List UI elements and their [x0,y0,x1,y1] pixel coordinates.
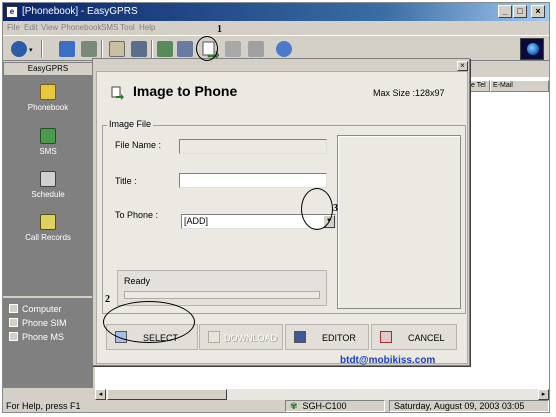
status-help-text: For Help, press F1 [6,401,81,411]
scroll-right-icon[interactable]: ▸ [538,389,549,400]
phone-dropdown-icon[interactable] [11,41,27,57]
file-name-field[interactable] [179,139,327,154]
image-to-phone-icon [111,86,124,100]
sidebar-item-sms[interactable]: SMS [3,128,93,156]
progress-status: Ready [124,276,151,286]
to-phone-label: To Phone : [115,210,159,220]
tree-item-phone-ms[interactable]: Phone MS [9,332,64,342]
email-icon[interactable] [109,41,125,57]
file-name-label: File Name : [115,140,162,150]
scroll-thumb[interactable] [107,389,227,400]
title-field[interactable] [179,173,327,188]
schedule-icon [40,171,56,187]
internet-icon[interactable] [276,41,292,57]
phone-memory-icon [9,332,18,341]
minimize-button[interactable]: _ [498,5,512,18]
computer-icon [9,304,18,313]
globe-icon [520,38,544,60]
annotation-circle-1 [196,36,218,61]
signal-icon: ✾ [290,401,298,411]
horizontal-scrollbar[interactable]: ◂ ▸ [95,389,549,400]
sidebar-item-label: SMS [39,147,57,156]
tree-item-label: Phone MS [22,332,65,342]
sidebar-item-phonebook[interactable]: Phonebook [3,84,93,112]
tree-item-computer[interactable]: Computer [9,304,62,314]
menu-sms[interactable]: SMS [101,23,118,32]
annotation-number-1: 1 [217,24,222,35]
app-icon: e [6,6,18,18]
image-file-group-label: Image File [107,119,154,129]
sound-icon[interactable] [248,41,264,57]
toolbar-separator [151,40,153,58]
menu-file[interactable]: File [7,23,20,32]
toolbar-separator [41,40,43,58]
download-button-label: DOWNLOAD [224,333,278,343]
menu-tool[interactable]: Tool [120,23,135,32]
toolbar-separator [101,40,103,58]
editor-button[interactable]: EDITOR [285,324,369,350]
sms-icon [40,128,56,144]
annotation-circle-3 [301,188,333,230]
sim-card-icon [9,318,18,327]
cancel-icon [380,331,392,343]
editor-icon [294,331,306,343]
menu-phonebook[interactable]: Phonebook [61,23,101,32]
phone-tree: Computer Phone SIM Phone MS [3,296,93,388]
phonebook-icon [40,84,56,100]
sidebar: Phonebook SMS Schedule Call Records [3,76,93,296]
watermark-text: btdt@mobikiss.com [340,355,436,366]
download-button[interactable]: DOWNLOAD [199,324,283,350]
column-header-tel[interactable]: e Tel [468,80,490,92]
sim-icon[interactable] [157,41,173,57]
close-button[interactable]: × [531,5,545,18]
title-label: Title : [115,176,137,186]
sidebar-item-label: Schedule [31,190,65,199]
sidebar-item-label: Call Records [25,233,71,242]
annotation-circle-2 [103,301,195,343]
dialog-close-button[interactable]: × [457,61,468,71]
book-icon[interactable] [81,41,97,57]
window-title: [Phonebook] - EasyGPRS [22,6,138,17]
annotation-number-3: 3 [333,203,338,214]
title-bar[interactable]: e [Phonebook] - EasyGPRS _ □ × [3,3,549,21]
cancel-button-label: CANCEL [408,333,445,343]
phone-icon[interactable] [59,41,75,57]
status-model: ✾ SGH-C100 [285,400,385,412]
to-phone-value: [ADD] [184,216,209,226]
sidebar-item-label: Phonebook [27,103,69,112]
sidebar-item-call-records[interactable]: Call Records [3,214,93,242]
app-window: e [Phonebook] - EasyGPRS _ □ × File Edit… [2,2,550,413]
download-icon [208,331,220,343]
menu-help[interactable]: Help [139,23,155,32]
image-preview [337,135,461,309]
cancel-button[interactable]: CANCEL [371,324,457,350]
sidebar-title: EasyGPRS [3,62,93,76]
maximize-button[interactable]: □ [513,5,527,18]
status-bar: For Help, press F1 ✾ SGH-C100 Saturday, A… [3,400,549,413]
editor-button-label: EDITOR [322,333,356,343]
progress-bar [124,291,320,299]
image-icon[interactable] [225,41,241,57]
status-datetime: Saturday, August 09, 2003 03:05 [389,400,549,412]
annotation-number-2: 2 [105,294,110,305]
menu-view[interactable]: View [41,23,58,32]
tree-item-phone-sim[interactable]: Phone SIM [9,318,67,328]
scroll-left-icon[interactable]: ◂ [95,389,106,400]
dialog-title: Image to Phone [133,83,238,99]
dropdown-arrow-icon[interactable]: ▾ [29,46,33,54]
column-header-email[interactable]: E-Mail [490,80,549,92]
sidebar-item-schedule[interactable]: Schedule [3,171,93,199]
transfer-icon[interactable] [177,41,193,57]
tree-item-label: Phone SIM [22,318,67,328]
menu-edit[interactable]: Edit [24,23,38,32]
call-records-icon [40,214,56,230]
status-model-text: SGH-C100 [302,401,347,411]
tree-item-label: Computer [22,304,62,314]
menu-bar: File Edit View Phonebook SMS Tool Help [3,21,549,35]
max-size-label: Max Size :128x97 [373,88,445,98]
printer-icon[interactable] [131,41,147,57]
